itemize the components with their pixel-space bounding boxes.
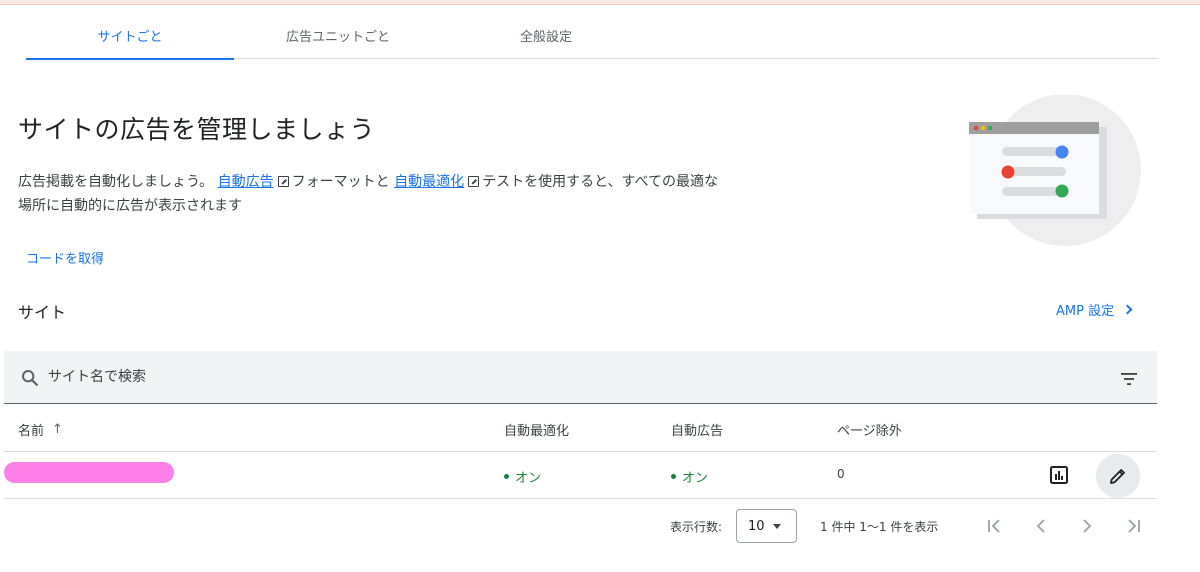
amp-settings-label: AMP 設定 [1056, 304, 1115, 319]
page-title: サイトの広告を管理しましょう [18, 115, 376, 144]
sites-heading: サイト [18, 303, 67, 322]
pagination: 表示行数: 10 1 件中 1〜1 件を表示 [0, 508, 1200, 544]
rows-per-page-select[interactable]: 10 [736, 509, 797, 543]
first-page-icon[interactable] [983, 514, 1007, 538]
rows-per-page-value: 10 [748, 518, 765, 534]
auto-optimize-status: オン [504, 467, 541, 486]
get-code-link[interactable]: コードを取得 [26, 248, 104, 267]
auto-ads-link[interactable]: 自動広告 [218, 174, 274, 190]
hero-desc-part2: フォーマットと [291, 174, 390, 190]
tab-by-ad-unit[interactable]: 広告ユニットごと [234, 12, 442, 59]
auto-optimize-value: オン [515, 471, 542, 486]
sort-ascending-icon: ↑ [52, 422, 63, 437]
top-banner-border [0, 4, 1200, 5]
table-row: オン オン 0 [4, 452, 1157, 499]
site-search-input[interactable] [48, 365, 948, 389]
search-icon [22, 370, 39, 387]
site-search-bar [4, 351, 1157, 404]
status-dot-icon [671, 474, 676, 479]
filter-icon[interactable] [1119, 369, 1139, 389]
auto-ads-value: オン [682, 471, 709, 486]
column-header-name[interactable]: 名前 ↑ [18, 420, 63, 439]
pagination-range-text: 1 件中 1〜1 件を表示 [820, 520, 939, 534]
auto-ads-status: オン [671, 467, 708, 486]
tab-general-settings[interactable]: 全般設定 [442, 12, 650, 59]
next-page-icon[interactable] [1075, 514, 1099, 538]
edit-button[interactable] [1096, 454, 1140, 498]
column-header-auto-ads[interactable]: 自動広告 [671, 420, 723, 439]
column-header-auto-optimize[interactable]: 自動最適化 [504, 420, 569, 439]
ad-settings-illustration [969, 95, 1141, 246]
tab-bar: サイトごと 広告ユニットごと 全般設定 [26, 12, 1158, 60]
chevron-right-icon [1122, 304, 1133, 315]
last-page-icon[interactable] [1121, 514, 1145, 538]
amp-settings-link[interactable]: AMP 設定 [1056, 300, 1133, 319]
external-link-icon [468, 176, 480, 187]
edit-icon [1110, 469, 1125, 484]
report-icon[interactable] [1047, 463, 1071, 487]
column-name-label: 名前 [18, 424, 45, 439]
prev-page-icon[interactable] [1029, 514, 1053, 538]
column-header-page-exclusions[interactable]: ページ除外 [837, 420, 902, 439]
external-link-icon [277, 176, 289, 187]
status-dot-icon [504, 474, 509, 479]
rows-per-page-label: 表示行数: [670, 520, 723, 534]
auto-optimize-link[interactable]: 自動最適化 [394, 174, 464, 190]
dropdown-caret-icon [772, 523, 781, 529]
page-exclusions-value: 0 [837, 467, 845, 481]
tab-by-site[interactable]: サイトごと [26, 12, 234, 60]
hero-description: 広告掲載を自動化しましょう。 自動広告 フォーマットと 自動最適化 テストを使用する… [18, 170, 723, 218]
site-name-redacted[interactable] [4, 462, 174, 483]
table-header: 名前 ↑ 自動最適化 自動広告 ページ除外 [4, 405, 1157, 452]
sites-table: 名前 ↑ 自動最適化 自動広告 ページ除外 オン オン 0 [4, 405, 1157, 499]
hero-desc-part1: 広告掲載を自動化しましょう。 [18, 174, 214, 190]
